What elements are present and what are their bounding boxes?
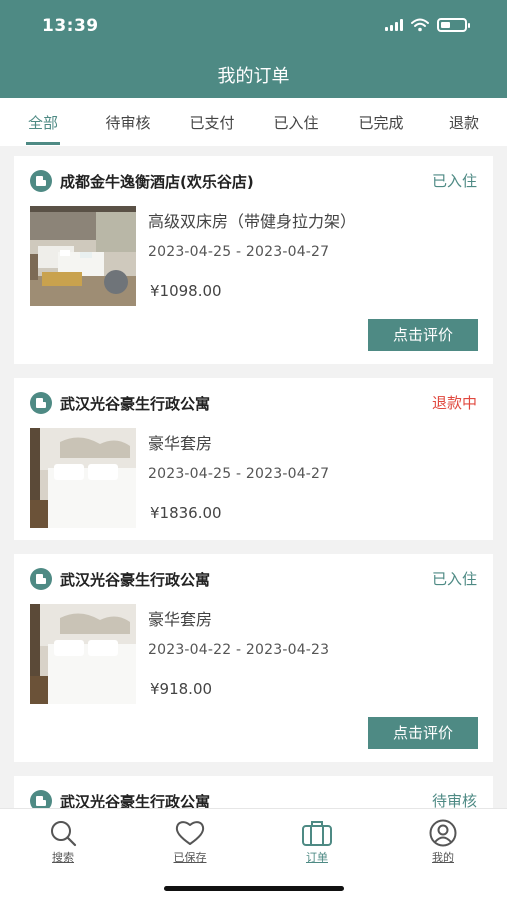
hotel-name: 武汉光谷豪生行政公寓 (60, 570, 211, 589)
order-price: ¥918.00 (150, 680, 213, 698)
order-status: 已入住 (431, 172, 477, 190)
room-type: 豪华套房 (148, 434, 213, 453)
tab-all[interactable]: 全部 (28, 112, 58, 133)
order-status: 已入住 (431, 570, 477, 588)
home-indicator (164, 886, 344, 891)
order-price: ¥1098.00 (150, 282, 222, 300)
order-card[interactable]: 武汉光谷豪生行政公寓 退款中 豪华套房 2023-04-25 - 2023-04… (14, 378, 493, 540)
nav-label: 我的 (432, 851, 454, 864)
tab-checked-in[interactable]: 已入住 (273, 112, 318, 133)
suitcase-icon (302, 821, 332, 846)
heart-icon (175, 821, 205, 845)
tab-refund[interactable]: 退款 (449, 112, 479, 133)
status-bar: 13:39 (0, 0, 507, 52)
nav-profile[interactable]: 我的 (403, 819, 483, 865)
battery-icon (437, 18, 470, 32)
order-price: ¥1836.00 (150, 504, 222, 522)
room-type: 豪华套房 (148, 610, 213, 629)
room-type: 高级双床房（带健身拉力架） (148, 212, 357, 231)
wifi-icon (411, 18, 429, 32)
hotel-name: 武汉光谷豪生行政公寓 (60, 394, 211, 413)
nav-label: 搜索 (52, 851, 74, 864)
review-button[interactable]: 点击评价 (368, 717, 478, 749)
room-thumbnail (30, 428, 136, 528)
order-card-header: 武汉光谷豪生行政公寓 (30, 568, 210, 590)
building-icon (30, 568, 52, 590)
order-status: 退款中 (431, 394, 477, 412)
order-card[interactable]: 武汉光谷豪生行政公寓 已入住 豪华套房 2023-04-22 - 2023-04… (14, 554, 493, 762)
building-icon (30, 170, 52, 192)
page-title: 我的订单 (217, 66, 290, 87)
building-icon (30, 392, 52, 414)
nav-label: 已保存 (173, 851, 207, 864)
app-header: 13:39 我的订单 (0, 0, 507, 98)
user-icon (429, 819, 457, 847)
nav-saved[interactable]: 已保存 (150, 819, 230, 865)
tab-pending-review[interactable]: 待审核 (105, 112, 150, 133)
nav-search[interactable]: 搜索 (23, 819, 103, 865)
nav-orders[interactable]: 订单 (277, 819, 357, 865)
order-tabs: 全部 待审核 已支付 已入住 已完成 退款 (0, 98, 507, 146)
tab-completed[interactable]: 已完成 (358, 112, 403, 133)
signal-icon (385, 19, 403, 31)
order-card[interactable]: 成都金牛逸衡酒店(欢乐谷店) 已入住 高级双床房（带健身拉力架） 2023-04… (14, 156, 493, 364)
status-icons (385, 18, 470, 32)
room-thumbnail (30, 206, 136, 306)
order-card-header: 成都金牛逸衡酒店(欢乐谷店) (30, 170, 254, 192)
review-button[interactable]: 点击评价 (368, 319, 478, 351)
active-tab-indicator (26, 142, 60, 145)
search-icon (51, 821, 77, 847)
nav-label: 订单 (306, 851, 328, 864)
tab-paid[interactable]: 已支付 (189, 112, 234, 133)
hotel-name: 成都金牛逸衡酒店(欢乐谷店) (60, 172, 254, 191)
stay-dates: 2023-04-25 - 2023-04-27 (148, 466, 330, 482)
order-card-header: 武汉光谷豪生行政公寓 (30, 392, 210, 414)
room-thumbnail (30, 604, 136, 704)
stay-dates: 2023-04-22 - 2023-04-23 (148, 642, 330, 658)
stay-dates: 2023-04-25 - 2023-04-27 (148, 244, 330, 260)
status-time: 13:39 (42, 16, 99, 36)
